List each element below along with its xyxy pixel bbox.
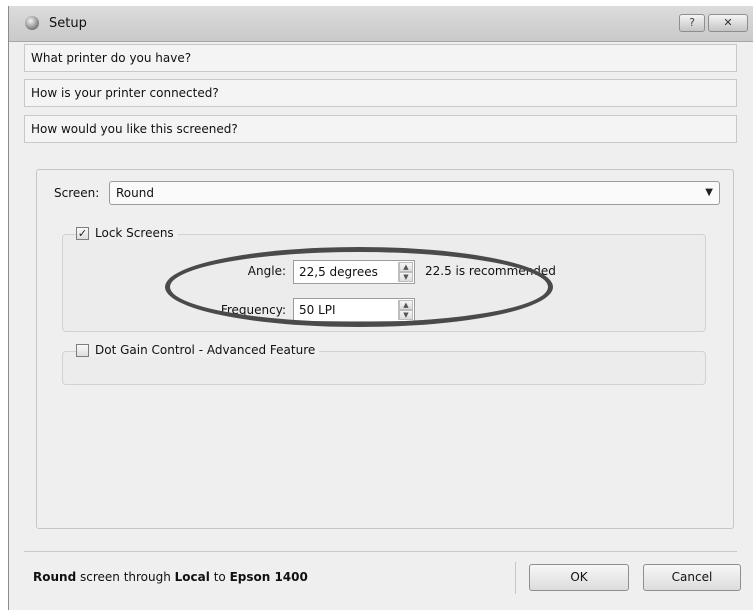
screen-dropdown[interactable]: Round ▼ [109,181,720,205]
dot-gain-label: Dot Gain Control - Advanced Feature [95,343,316,357]
dot-gain-checkbox[interactable] [76,343,89,357]
angle-spinbox[interactable]: 22,5 degrees ▲ ▼ [293,260,415,284]
frequency-value: 50 LPI [299,303,336,317]
status-text-2: to [209,570,230,584]
frequency-label: Frequency: [220,303,286,317]
angle-decrement-button[interactable]: ▼ [399,272,413,282]
angle-increment-button[interactable]: ▲ [399,262,413,272]
window-title: Setup [49,16,87,31]
section-connection[interactable]: How is your printer connected? [24,79,737,107]
angle-label: Angle: [247,264,286,278]
angle-spin-buttons: ▲ ▼ [398,262,413,282]
frequency-spinbox[interactable]: 50 LPI ▲ ▼ [293,298,415,322]
dot-gain-row[interactable]: Dot Gain Control - Advanced Feature [76,343,320,357]
lock-screens-label: Lock Screens [95,226,174,240]
frequency-decrement-button[interactable]: ▼ [399,310,413,320]
section-screening[interactable]: How would you like this screened? [24,115,737,143]
status-connection: Local [174,570,210,584]
status-text-1: screen through [76,570,175,584]
angle-value: 22,5 degrees [299,265,378,279]
frequency-increment-button[interactable]: ▲ [399,300,413,310]
close-button[interactable]: ✕ [708,14,748,32]
button-separator [515,562,516,594]
angle-hint: 22.5 is recommended [425,264,556,278]
section-printer[interactable]: What printer do you have? [24,44,737,72]
title-bar: Setup ? ✕ [9,6,753,42]
screen-dropdown-value: Round [116,186,154,200]
help-button[interactable]: ? [679,14,705,32]
app-icon [25,16,39,30]
footer-separator [24,551,737,552]
ok-button[interactable]: OK [529,564,629,591]
lock-screens-row[interactable]: ✓ Lock Screens [76,226,178,240]
lock-screens-checkbox[interactable]: ✓ [76,226,89,240]
status-screen: Round [33,570,77,584]
status-summary: Round screen through Local to Epson 1400 [33,570,308,584]
screen-label: Screen: [54,186,100,200]
frequency-spin-buttons: ▲ ▼ [398,300,413,320]
cancel-button[interactable]: Cancel [643,564,741,591]
status-printer: Epson 1400 [229,570,308,584]
chevron-down-icon[interactable]: ▼ [705,182,713,204]
